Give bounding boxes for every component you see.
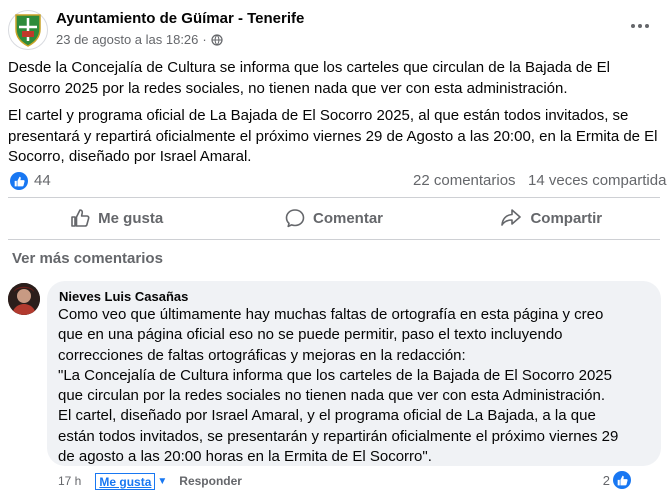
post-action-bar: Me gusta Comentar Compartir <box>8 201 660 235</box>
comment-line: que en una página oficial eso no se pued… <box>58 326 563 344</box>
more-icon <box>631 24 649 28</box>
page-avatar[interactable] <box>8 10 48 50</box>
meta-separator: · <box>202 32 207 47</box>
shares-count[interactable]: 14 veces compartida <box>528 172 666 189</box>
share-button[interactable]: Compartir <box>443 201 660 235</box>
like-label: Me gusta <box>98 209 164 227</box>
like-button[interactable]: Me gusta <box>8 201 225 235</box>
comment-reaction-count: 2 <box>602 472 610 488</box>
comments-count[interactable]: 22 comentarios <box>413 172 516 189</box>
comment-line: de agosto a las 20:00 horas en la Ermita… <box>58 448 432 466</box>
comment-like-button[interactable]: Me gusta <box>95 472 156 490</box>
share-label: Compartir <box>530 209 603 227</box>
comment-reply-button[interactable]: Responder <box>179 474 242 488</box>
post-body: Desde la Concejalía de Cultura se inform… <box>8 58 658 168</box>
comment-line: que circulan por la redes sociales no ti… <box>58 387 605 405</box>
thumbs-up-icon <box>71 209 90 227</box>
comment-line: correcciones de faltas ortográficas y me… <box>58 346 466 364</box>
comment-time[interactable]: 17 h <box>58 474 81 488</box>
post-options-button[interactable] <box>624 14 656 38</box>
comment-text: Como veo que últimamente hay muchas falt… <box>58 305 643 467</box>
page-name[interactable]: Ayuntamiento de Güímar - Tenerife <box>56 10 304 27</box>
divider <box>8 239 660 240</box>
comment-label: Comentar <box>312 209 383 227</box>
post-header: Ayuntamiento de Güímar - Tenerife 23 de … <box>8 8 658 52</box>
comment-author[interactable]: Nieves Luis Casañas <box>59 289 188 304</box>
comment-line: "La Concejalía de Cultura informa que lo… <box>58 366 612 384</box>
comment-line: El cartel, diseñado por Israel Amaral, y… <box>58 407 596 425</box>
comment-icon <box>285 209 305 228</box>
comment-actions: 17 h Me gusta ▼ Responder <box>58 472 242 490</box>
commenter-avatar[interactable] <box>8 283 40 315</box>
like-badge-icon <box>613 471 631 489</box>
post-meta: 23 de agosto a las 18:26 · <box>56 32 223 47</box>
post-stats: 44 22 comentarios 14 veces compartida <box>8 170 666 192</box>
comment-line: están todos invitados, se presentarán y … <box>58 427 619 445</box>
reaction-count[interactable]: 44 <box>34 172 51 189</box>
comment-bubble: Nieves Luis Casañas Como veo que últimam… <box>47 281 661 466</box>
comment-button[interactable]: Comentar <box>225 201 442 235</box>
comment-reactions[interactable]: 2 <box>603 471 631 489</box>
like-badge-icon[interactable] <box>10 172 28 190</box>
comment-line: Como veo que últimamente hay muchas falt… <box>58 306 604 323</box>
post-paragraph: El cartel y programa oficial de La Bajad… <box>8 107 658 165</box>
post-paragraph: Desde la Concejalía de Cultura se inform… <box>8 59 611 97</box>
view-more-comments-link[interactable]: Ver más comentarios <box>12 250 163 267</box>
share-icon <box>501 209 522 226</box>
post-date[interactable]: 23 de agosto a las 18:26 <box>56 32 198 47</box>
globe-icon <box>211 33 223 46</box>
caret-down-icon[interactable]: ▼ <box>157 476 167 487</box>
divider <box>8 197 660 198</box>
crest-logo <box>15 14 41 47</box>
